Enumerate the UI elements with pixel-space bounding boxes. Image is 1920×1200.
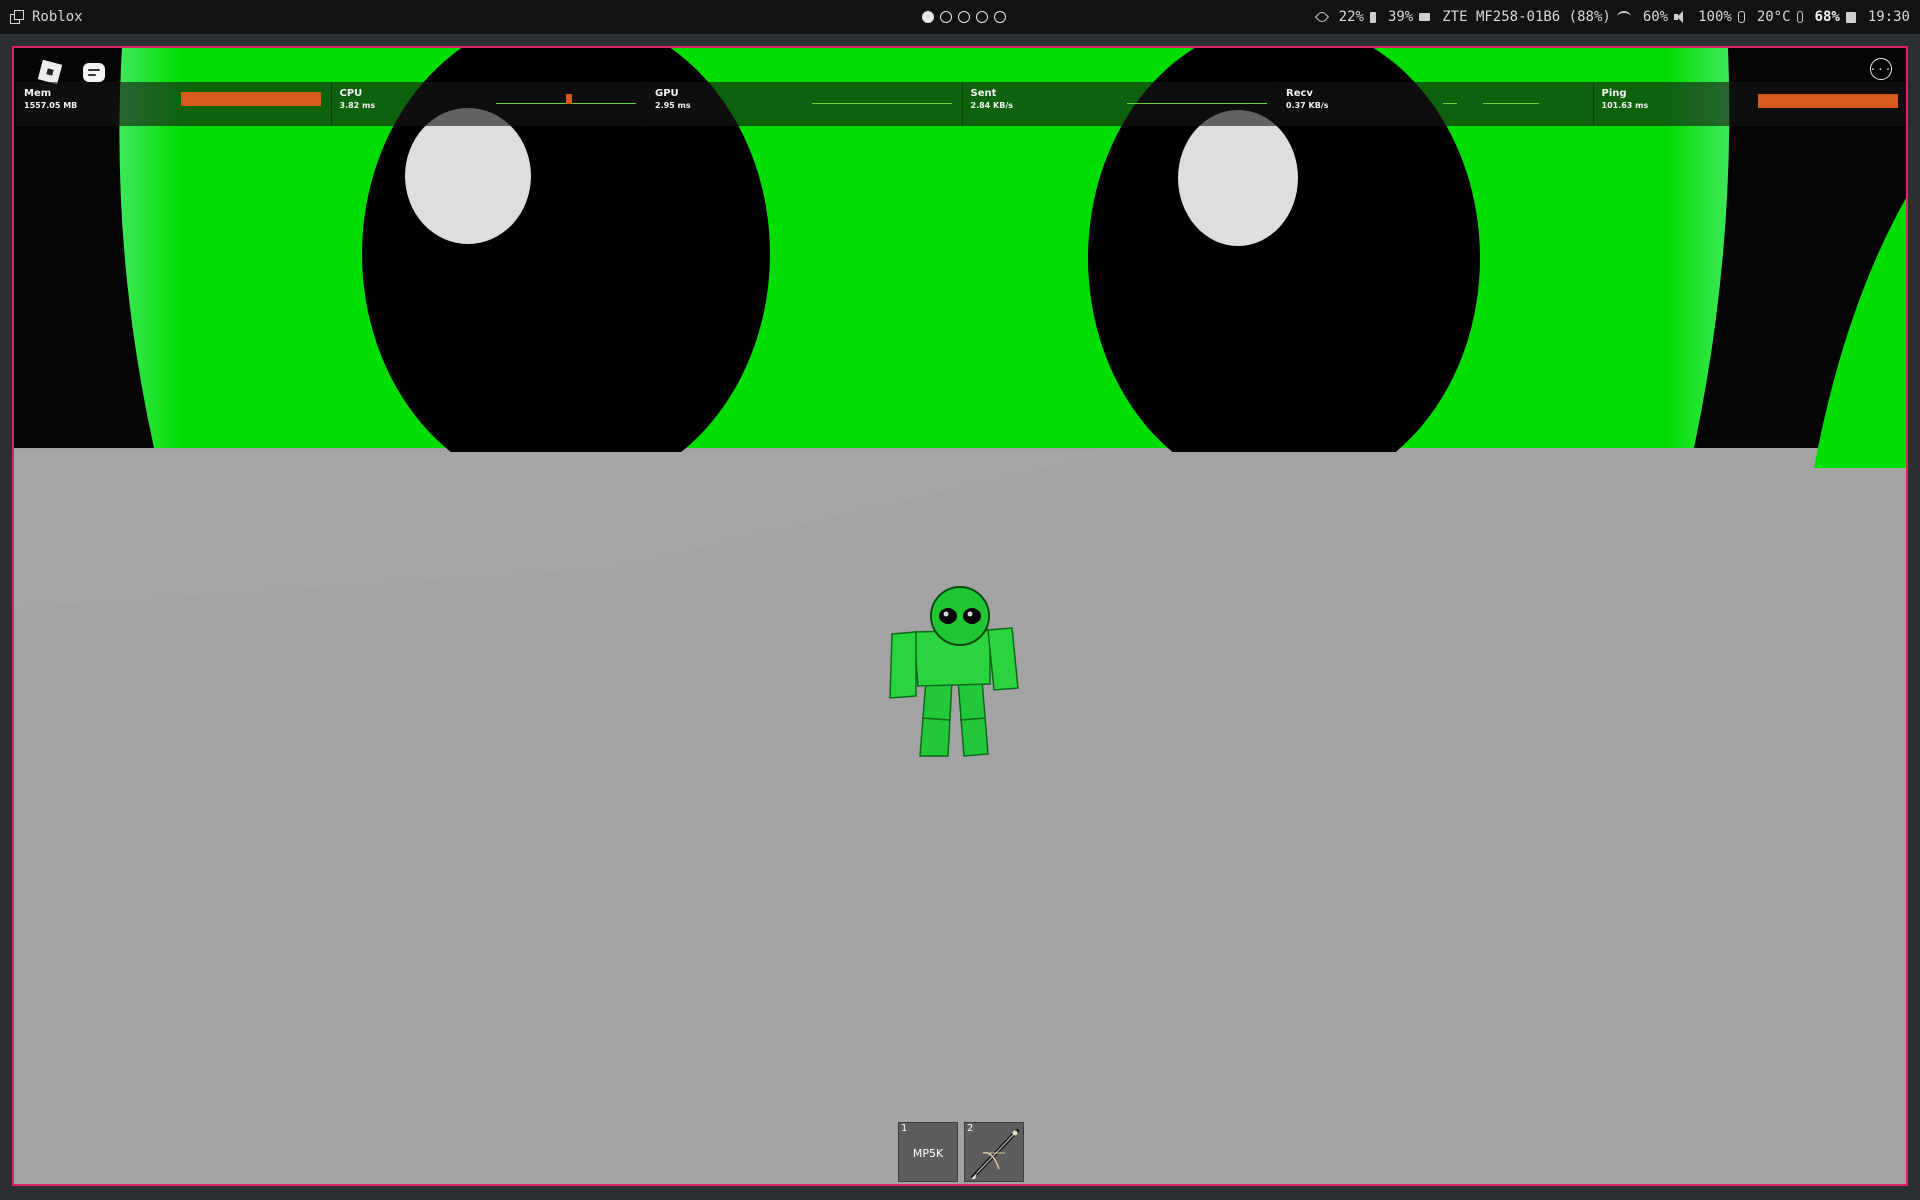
perf-sent[interactable]: Sent 2.84 KB/s — [962, 82, 1278, 126]
perf-label: Ping — [1601, 88, 1627, 99]
workspace-3[interactable] — [958, 11, 970, 23]
system-tray: 22% 39% ZTE MF258-01B6 (88%) 60% 100% 20… — [1314, 0, 1910, 34]
more-options-button[interactable]: ··· — [1870, 58, 1892, 80]
perf-ping[interactable]: Ping 101.63 ms — [1593, 82, 1906, 126]
workspace-indicator — [922, 11, 1006, 23]
perf-value: 101.63 ms — [1601, 101, 1649, 110]
workspace-2[interactable] — [940, 11, 952, 23]
perf-value: 1557.05 MB — [24, 101, 78, 110]
cpu-usage-value: 22% — [1338, 9, 1364, 25]
cpu-usage[interactable]: 22% — [1339, 9, 1376, 25]
roblox-game-window[interactable]: ··· Mem 1557.05 MB CPU 3.82 ms GPU 2.95 … — [12, 46, 1908, 1186]
battery-status[interactable]: 68% — [1815, 9, 1856, 25]
cpu-icon — [1369, 11, 1376, 23]
temperature-value: 20°C — [1756, 9, 1791, 25]
memory-icon — [1419, 13, 1431, 21]
perf-label: Recv — [1286, 88, 1313, 99]
eye-slash-icon — [1314, 9, 1329, 25]
brightness-value: 60% — [1642, 9, 1669, 25]
brightness-status[interactable]: 60% — [1643, 9, 1686, 25]
memory-usage[interactable]: 39% — [1387, 9, 1431, 25]
workspace-5[interactable] — [994, 11, 1006, 23]
wifi-icon — [1616, 11, 1631, 23]
volume-value: 100% — [1698, 9, 1732, 25]
perf-mem[interactable]: Mem 1557.05 MB — [16, 82, 332, 126]
perf-recv[interactable]: Recv 0.37 KB/s — [1278, 82, 1594, 126]
perf-graph — [1127, 92, 1267, 108]
volume-status[interactable]: 100% — [1698, 9, 1745, 25]
perf-value: 2.84 KB/s — [970, 101, 1014, 110]
memory-usage-value: 39% — [1387, 9, 1414, 25]
workspace-4[interactable] — [976, 11, 988, 23]
privacy-indicator[interactable] — [1314, 9, 1329, 25]
crossbow-icon — [971, 1129, 1019, 1179]
perf-graph — [180, 92, 321, 108]
hotbar-slot-1[interactable]: 1 MP5K — [898, 1122, 958, 1182]
hotbar-slot-2[interactable]: 2 — [964, 1122, 1024, 1182]
perf-label: Mem — [24, 88, 52, 99]
thermometer-icon — [1796, 11, 1803, 23]
performance-stats-bar: Mem 1557.05 MB CPU 3.82 ms GPU 2.95 ms S… — [16, 82, 1906, 126]
temperature-status[interactable]: 20°C — [1757, 9, 1803, 25]
active-window-title[interactable]: Roblox — [10, 9, 83, 25]
roblox-logo-icon — [37, 59, 63, 85]
perf-value: 0.37 KB/s — [1286, 101, 1329, 110]
perf-label: GPU — [655, 88, 679, 99]
clock[interactable]: 19:30 — [1868, 9, 1910, 25]
perf-value: 2.95 ms — [655, 101, 691, 110]
perf-cpu[interactable]: CPU 3.82 ms — [331, 82, 647, 126]
battery-icon — [1845, 11, 1856, 23]
perf-graph — [811, 92, 952, 108]
clock-time: 19:30 — [1867, 9, 1910, 25]
speaker-icon — [1674, 11, 1686, 23]
chat-icon — [83, 62, 105, 82]
perf-label: CPU — [339, 88, 363, 99]
tool-hotbar: 1 MP5K 2 — [898, 1122, 1024, 1182]
game-viewport[interactable] — [14, 48, 1906, 1184]
perf-graph — [1758, 92, 1898, 108]
perf-gpu[interactable]: GPU 2.95 ms — [647, 82, 963, 126]
network-status[interactable]: ZTE MF258-01B6 (88%) — [1442, 9, 1631, 25]
workspace-1[interactable] — [922, 11, 934, 23]
perf-graph — [1442, 92, 1583, 108]
slot-tool-name: MP5K — [912, 1147, 944, 1160]
app-title-text: Roblox — [32, 9, 83, 25]
giant-left-eye-highlight — [405, 108, 531, 244]
giant-right-eye-highlight — [1178, 110, 1298, 246]
perf-label: Sent — [970, 88, 997, 99]
window-icon — [10, 10, 24, 24]
system-top-bar: Roblox 22% 39% ZTE MF258-01B6 (88%) 60% … — [0, 0, 1920, 34]
slot-number: 1 — [901, 1123, 908, 1134]
ellipsis-icon: ··· — [1869, 62, 1893, 76]
perf-graph — [496, 92, 636, 108]
microphone-icon — [1737, 11, 1745, 23]
battery-value: 68% — [1814, 9, 1840, 25]
network-name: ZTE MF258-01B6 (88%) — [1442, 9, 1611, 25]
perf-value: 3.82 ms — [339, 101, 376, 110]
